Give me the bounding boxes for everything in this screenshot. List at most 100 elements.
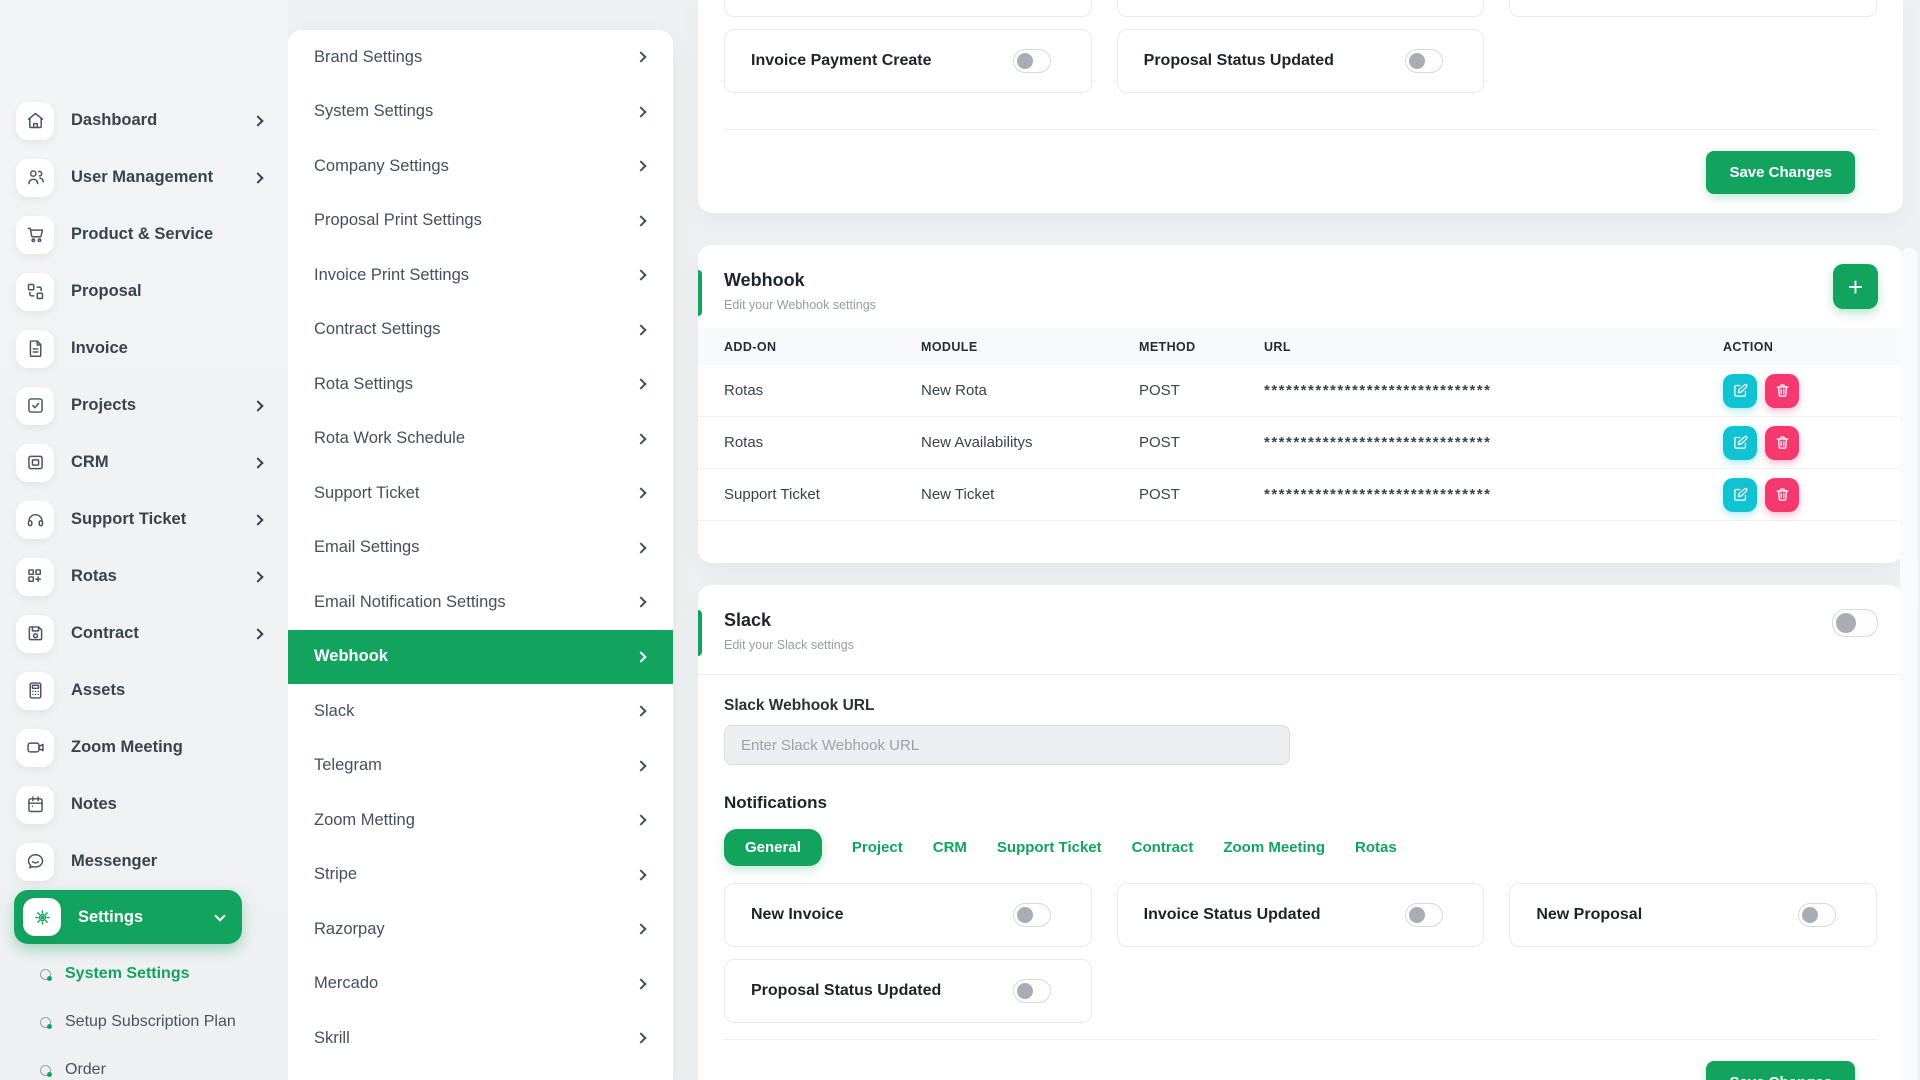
toggle-label: Invoice Payment Create <box>751 52 1013 70</box>
menu-item-email-notification-settings[interactable]: Email Notification Settings <box>288 575 673 630</box>
menu-item-contract-settings[interactable]: Contract Settings <box>288 303 673 358</box>
edit-button[interactable] <box>1723 478 1757 512</box>
tab-rotas[interactable]: Rotas <box>1355 839 1397 856</box>
new-invoice-toggle[interactable] <box>1013 903 1051 927</box>
menu-item-label: Email Settings <box>314 538 637 557</box>
menu-item-stripe[interactable]: Stripe <box>288 848 673 903</box>
chevron-right-icon <box>635 651 646 662</box>
subnav-item-system-settings[interactable]: System Settings <box>0 950 288 998</box>
new-proposal-toggle[interactable] <box>1798 903 1836 927</box>
sidebar-item-user-management[interactable]: User Management <box>0 149 288 206</box>
sidebar-item-crm[interactable]: CRM <box>0 434 288 491</box>
sidebar-item-dashboard[interactable]: Dashboard <box>0 92 288 149</box>
menu-item-email-settings[interactable]: Email Settings <box>288 521 673 576</box>
sidebar-item-projects[interactable]: Projects <box>0 377 288 434</box>
chevron-right-icon <box>635 324 646 335</box>
sidebar-item-label: Projects <box>71 396 254 415</box>
delete-button[interactable] <box>1765 478 1799 512</box>
edit-button[interactable] <box>1723 426 1757 460</box>
menu-item-brand-settings[interactable]: Brand Settings <box>288 30 673 85</box>
invoice-payment-create-toggle[interactable] <box>1013 49 1051 73</box>
tab-contract[interactable]: Contract <box>1132 839 1194 856</box>
slack-header: Slack Edit your Slack settings <box>698 585 1903 675</box>
headphones-icon <box>16 501 54 539</box>
invoice-status-updated-toggle[interactable] <box>1405 903 1443 927</box>
chevron-right-icon <box>252 400 263 411</box>
save-changes-button[interactable]: Save Changes <box>1706 1061 1855 1080</box>
menu-item-label: Invoice Print Settings <box>314 266 637 285</box>
column-header-url: URL <box>1264 340 1723 354</box>
sidebar-item-label: Dashboard <box>71 111 254 130</box>
save-row: Save Changes <box>724 1040 1877 1080</box>
save-row: Save Changes <box>724 130 1877 194</box>
sidebar-item-label: Assets <box>71 681 262 700</box>
tab-support-ticket[interactable]: Support Ticket <box>997 839 1102 856</box>
menu-item-telegram[interactable]: Telegram <box>288 739 673 794</box>
edit-button[interactable] <box>1723 374 1757 408</box>
menu-item-webhook[interactable]: Webhook <box>288 630 673 685</box>
sidebar-item-settings[interactable]: Settings <box>14 890 242 944</box>
sidebar-item-label: User Management <box>71 168 254 187</box>
menu-item-proposal-print-settings[interactable]: Proposal Print Settings <box>288 194 673 249</box>
scrollbar-thumb[interactable] <box>1900 248 1918 1080</box>
subnav-item-label: Order <box>65 1061 106 1079</box>
tab-crm[interactable]: CRM <box>933 839 967 856</box>
menu-item-mercado[interactable]: Mercado <box>288 957 673 1012</box>
tab-project[interactable]: Project <box>852 839 903 856</box>
settings-menu: Brand Settings System Settings Company S… <box>288 30 673 1080</box>
sidebar-item-invoice[interactable]: Invoice <box>0 320 288 377</box>
chevron-right-icon <box>635 869 646 880</box>
cell-method: POST <box>1139 382 1264 399</box>
sidebar-item-proposal[interactable]: Proposal <box>0 263 288 320</box>
menu-item-zoom-metting[interactable]: Zoom Metting <box>288 793 673 848</box>
subnav-item-setup-subscription-plan[interactable]: Setup Subscription Plan <box>0 998 288 1046</box>
sidebar-item-contract[interactable]: Contract <box>0 605 288 662</box>
sidebar-item-zoom-meeting[interactable]: Zoom Meeting <box>0 719 288 776</box>
sidebar-item-messenger[interactable]: Messenger <box>0 833 288 890</box>
slack-enable-toggle[interactable] <box>1832 609 1878 637</box>
accent-bar <box>698 270 702 316</box>
menu-item-system-settings[interactable]: System Settings <box>288 85 673 140</box>
plus-icon: + <box>1848 274 1863 300</box>
tab-zoom-meeting[interactable]: Zoom Meeting <box>1223 839 1325 856</box>
menu-item-skrill[interactable]: Skrill <box>288 1011 673 1066</box>
notifications-heading: Notifications <box>724 793 1877 813</box>
sidebar-item-assets[interactable]: Assets <box>0 662 288 719</box>
menu-item-company-settings[interactable]: Company Settings <box>288 139 673 194</box>
chevron-right-icon <box>635 706 646 717</box>
menu-item-support-ticket[interactable]: Support Ticket <box>288 466 673 521</box>
toggle-card-proposal-status-updated: Proposal Status Updated <box>724 959 1092 1023</box>
edit-pencil-icon <box>1732 434 1749 451</box>
toggle-card-new-proposal: New Proposal <box>1509 883 1877 947</box>
slack-proposal-status-updated-toggle[interactable] <box>1013 979 1051 1003</box>
chevron-right-icon <box>635 215 646 226</box>
sidebar-item-label: Rotas <box>71 567 254 586</box>
subnav-item-label: System Settings <box>65 965 189 983</box>
subnav-item-order[interactable]: Order <box>0 1046 288 1080</box>
chevron-right-icon <box>252 457 263 468</box>
sidebar-item-notes[interactable]: Notes <box>0 776 288 833</box>
menu-item-rota-settings[interactable]: Rota Settings <box>288 357 673 412</box>
slack-webhook-url-input[interactable] <box>724 725 1290 765</box>
menu-item-rota-work-schedule[interactable]: Rota Work Schedule <box>288 412 673 467</box>
menu-item-label: Slack <box>314 702 637 721</box>
section-subtitle: Edit your Slack settings <box>724 638 1877 652</box>
delete-button[interactable] <box>1765 426 1799 460</box>
menu-item-label: Webhook <box>314 647 637 666</box>
sidebar-item-label: Zoom Meeting <box>71 738 262 757</box>
sidebar-item-support-ticket[interactable]: Support Ticket <box>0 491 288 548</box>
cart-icon <box>16 216 54 254</box>
menu-item-invoice-print-settings[interactable]: Invoice Print Settings <box>288 248 673 303</box>
menu-item-label: Proposal Print Settings <box>314 211 637 230</box>
menu-item-razorpay[interactable]: Razorpay <box>288 902 673 957</box>
chevron-right-icon <box>635 433 646 444</box>
proposal-status-updated-toggle[interactable] <box>1405 49 1443 73</box>
add-webhook-button[interactable]: + <box>1833 264 1878 309</box>
sidebar-item-product-service[interactable]: Product & Service <box>0 206 288 263</box>
menu-item-slack[interactable]: Slack <box>288 684 673 739</box>
save-changes-button[interactable]: Save Changes <box>1706 151 1855 194</box>
toggle-label: Proposal Status Updated <box>751 982 1013 1000</box>
sidebar-item-rotas[interactable]: Rotas <box>0 548 288 605</box>
tab-general[interactable]: General <box>724 829 822 866</box>
delete-button[interactable] <box>1765 374 1799 408</box>
